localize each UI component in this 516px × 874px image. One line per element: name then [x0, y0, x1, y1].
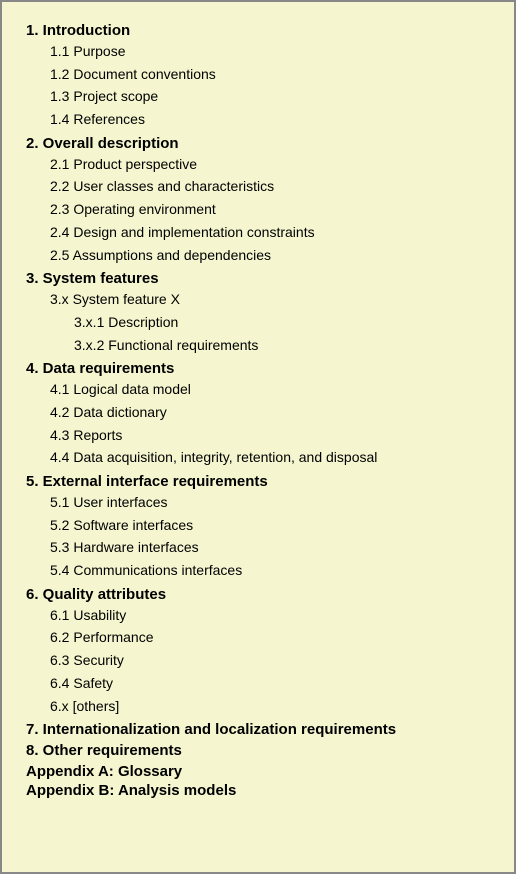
section-4-heading[interactable]: 4. Data requirements: [26, 360, 490, 377]
sub-6-1[interactable]: 6.1 Usability: [26, 605, 490, 627]
sub-1-2[interactable]: 1.2 Document conventions: [26, 64, 490, 86]
appendix-a-label[interactable]: Appendix A: Glossary: [26, 763, 490, 780]
sub-2-5[interactable]: 2.5 Assumptions and dependencies: [26, 245, 490, 267]
section-6-heading[interactable]: 6. Quality attributes: [26, 586, 490, 603]
section-7: 7. Internationalization and localization…: [26, 721, 490, 738]
sub-1-1[interactable]: 1.1 Purpose: [26, 41, 490, 63]
sub-6-x[interactable]: 6.x [others]: [26, 696, 490, 718]
sub-2-3[interactable]: 2.3 Operating environment: [26, 199, 490, 221]
appendix-a: Appendix A: Glossary: [26, 763, 490, 780]
document-container: 1. Introduction 1.1 Purpose 1.2 Document…: [0, 0, 516, 874]
section-7-heading[interactable]: 7. Internationalization and localization…: [26, 721, 490, 738]
sub-4-1[interactable]: 4.1 Logical data model: [26, 379, 490, 401]
section-3: 3. System features 3.x System feature X …: [26, 270, 490, 356]
sub-4-4[interactable]: 4.4 Data acquisition, integrity, retenti…: [26, 447, 490, 469]
sub-3-x[interactable]: 3.x System feature X: [26, 289, 490, 311]
section-4: 4. Data requirements 4.1 Logical data mo…: [26, 360, 490, 469]
section-8: 8. Other requirements: [26, 742, 490, 759]
section-3-heading[interactable]: 3. System features: [26, 270, 490, 287]
sub-5-1[interactable]: 5.1 User interfaces: [26, 492, 490, 514]
section-6: 6. Quality attributes 6.1 Usability 6.2 …: [26, 586, 490, 717]
sub-6-2[interactable]: 6.2 Performance: [26, 627, 490, 649]
section-1-heading[interactable]: 1. Introduction: [26, 22, 490, 39]
sub-2-4[interactable]: 2.4 Design and implementation constraint…: [26, 222, 490, 244]
sub-5-3[interactable]: 5.3 Hardware interfaces: [26, 537, 490, 559]
sub-3-x-2[interactable]: 3.x.2 Functional requirements: [26, 335, 490, 357]
toc-list: 1. Introduction 1.1 Purpose 1.2 Document…: [26, 22, 490, 801]
sub-1-3[interactable]: 1.3 Project scope: [26, 86, 490, 108]
sub-4-2[interactable]: 4.2 Data dictionary: [26, 402, 490, 424]
sub-6-3[interactable]: 6.3 Security: [26, 650, 490, 672]
sub-1-4[interactable]: 1.4 References: [26, 109, 490, 131]
appendix-b-label[interactable]: Appendix B: Analysis models: [26, 782, 490, 799]
sub-4-3[interactable]: 4.3 Reports: [26, 425, 490, 447]
appendix-b: Appendix B: Analysis models: [26, 782, 490, 799]
sub-5-4[interactable]: 5.4 Communications interfaces: [26, 560, 490, 582]
section-8-heading[interactable]: 8. Other requirements: [26, 742, 490, 759]
sub-2-2[interactable]: 2.2 User classes and characteristics: [26, 176, 490, 198]
section-5: 5. External interface requirements 5.1 U…: [26, 473, 490, 582]
section-2: 2. Overall description 2.1 Product persp…: [26, 135, 490, 266]
section-5-heading[interactable]: 5. External interface requirements: [26, 473, 490, 490]
sub-6-4[interactable]: 6.4 Safety: [26, 673, 490, 695]
sub-5-2[interactable]: 5.2 Software interfaces: [26, 515, 490, 537]
section-2-heading[interactable]: 2. Overall description: [26, 135, 490, 152]
sub-2-1[interactable]: 2.1 Product perspective: [26, 154, 490, 176]
sub-3-x-1[interactable]: 3.x.1 Description: [26, 312, 490, 334]
section-1: 1. Introduction 1.1 Purpose 1.2 Document…: [26, 22, 490, 131]
